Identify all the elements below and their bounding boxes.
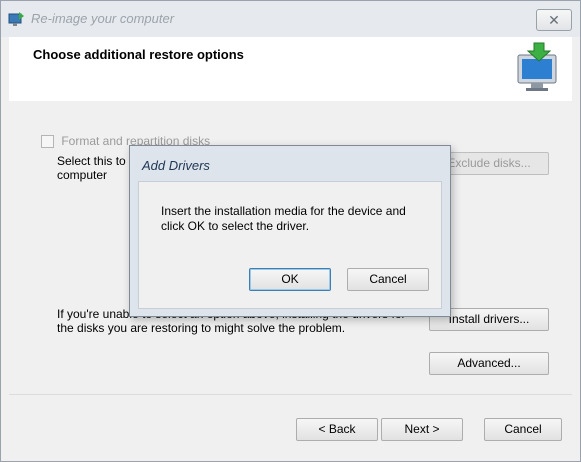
wizard-header: Choose additional restore options [9, 37, 572, 102]
backup-app-icon [8, 12, 24, 26]
advanced-button[interactable]: Advanced... [429, 352, 549, 375]
dialog-cancel-button[interactable]: Cancel [347, 268, 429, 291]
cancel-button[interactable]: Cancel [484, 418, 562, 441]
format-checkbox[interactable] [41, 135, 54, 149]
add-drivers-dialog: Add Drivers Insert the installation medi… [129, 145, 451, 317]
page-title: Choose additional restore options [33, 47, 244, 62]
wizard-footer: < Back Next > Cancel [9, 394, 572, 457]
back-button[interactable]: < Back [296, 418, 378, 441]
dialog-body: Insert the installation media for the de… [138, 181, 442, 309]
dialog-title: Add Drivers [142, 158, 210, 173]
close-icon: ✕ [548, 12, 560, 28]
monitor-restore-icon [517, 42, 557, 91]
dialog-message: Insert the installation media for the de… [161, 204, 406, 233]
close-button[interactable]: ✕ [536, 9, 572, 31]
window-title: Re-image your computer [31, 11, 175, 26]
dialog-ok-button[interactable]: OK [249, 268, 331, 291]
next-button[interactable]: Next > [381, 418, 463, 441]
title-bar: Re-image your computer ✕ [1, 1, 580, 37]
